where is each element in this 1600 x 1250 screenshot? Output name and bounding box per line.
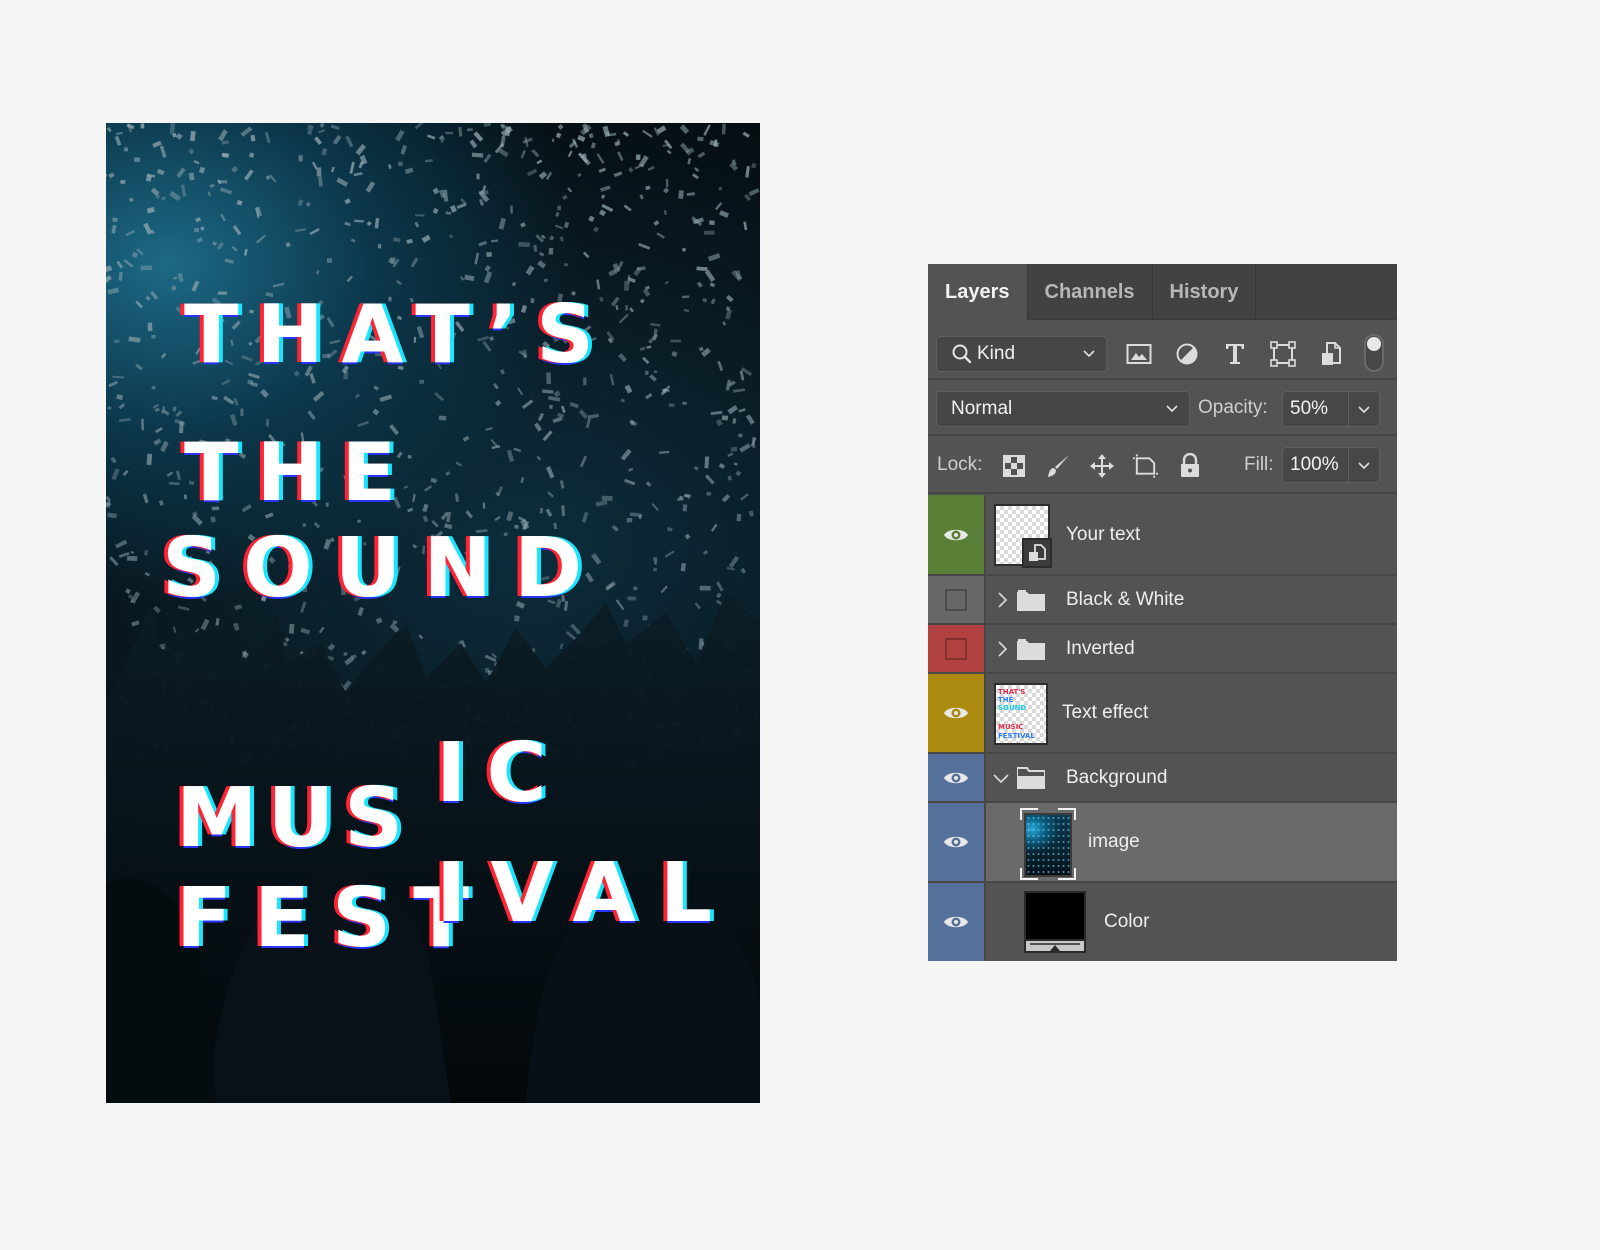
image-filter-icon[interactable]	[1126, 336, 1152, 372]
eye-icon	[944, 529, 968, 540]
folder-open-icon	[1017, 766, 1045, 789]
opacity-label: Opacity:	[1198, 397, 1268, 418]
visibility-toggle[interactable]	[928, 883, 986, 961]
layer-name: Your text	[1066, 523, 1141, 545]
chevron-down-icon[interactable]	[992, 769, 1010, 787]
svg-text:MUSIC: MUSIC	[998, 723, 1023, 731]
fill-layer-thumbnail	[1024, 891, 1086, 953]
tab-history[interactable]: History	[1153, 264, 1257, 320]
fill-slider-icon	[1026, 939, 1084, 951]
type-filter-icon[interactable]	[1222, 336, 1248, 372]
blend-mode-value: Normal	[951, 398, 1013, 419]
chevron-down-icon	[1166, 405, 1178, 413]
lock-label: Lock:	[937, 454, 983, 475]
layer-name: Color	[1104, 911, 1150, 932]
layer-list: Your text Black & White Inverted THAT'S …	[928, 495, 1397, 961]
layer-thumbnail: THAT'S THE SOUND MUSIC FESTIVAL	[994, 683, 1048, 745]
layer-background-group[interactable]: Background	[928, 754, 1397, 803]
layer-text-effect[interactable]: THAT'S THE SOUND MUSIC FESTIVAL Text eff…	[928, 674, 1397, 754]
visibility-toggle[interactable]	[928, 674, 986, 752]
svg-text:SOUND: SOUND	[998, 704, 1027, 712]
chevron-down-icon[interactable]	[1357, 458, 1371, 472]
lock-artboard-icon[interactable]	[1132, 452, 1159, 480]
smart-object-badge-icon	[1022, 538, 1052, 568]
lock-transparent-icon[interactable]	[1000, 452, 1027, 480]
lock-all-icon[interactable]	[1176, 452, 1203, 480]
headline-line-3: SOUND	[162, 521, 605, 616]
layer-name: Text effect	[1062, 702, 1149, 723]
hidden-box-icon	[945, 588, 967, 611]
adjustment-filter-icon[interactable]	[1174, 336, 1200, 372]
chevron-right-icon[interactable]	[996, 591, 1008, 609]
headline-line-1: THAT’S	[184, 288, 612, 381]
visibility-toggle[interactable]	[928, 754, 986, 801]
layer-your-text[interactable]: Your text	[928, 495, 1397, 576]
layer-name: Black & White	[1066, 588, 1185, 610]
fill-label: Fill:	[1244, 454, 1274, 475]
filter-icons	[1126, 336, 1344, 372]
svg-text:THE: THE	[998, 696, 1014, 704]
filter-toggle[interactable]	[1364, 334, 1384, 372]
opacity-field[interactable]: 50%	[1282, 391, 1380, 427]
layer-image[interactable]: image	[928, 803, 1397, 883]
headline-line-4a: MUS	[176, 771, 414, 866]
blend-row: Normal Opacity: 50%	[928, 382, 1397, 436]
lock-row: Lock: Fill: 100%	[928, 438, 1397, 494]
eye-icon	[944, 707, 968, 719]
shape-filter-icon[interactable]	[1270, 336, 1296, 372]
headline-line-2: THE	[184, 426, 415, 519]
layers-panel: Layers Channels History Kind Normal Opac…	[928, 264, 1397, 961]
poster-canvas: THAT’S THE SOUND MUS IC FEST IVAL	[106, 123, 760, 1103]
lock-pixels-icon[interactable]	[1044, 452, 1071, 480]
chevron-down-icon	[1083, 350, 1095, 358]
filter-kind-select[interactable]: Kind	[936, 336, 1107, 372]
layer-name: Inverted	[1066, 637, 1135, 659]
search-icon	[952, 344, 972, 364]
lock-icons	[1000, 452, 1203, 480]
smart-object-filter-icon[interactable]	[1318, 336, 1344, 372]
tab-channels[interactable]: Channels	[1028, 264, 1153, 320]
fill-value: 100%	[1290, 454, 1339, 475]
opacity-value: 50%	[1290, 398, 1329, 419]
visibility-toggle[interactable]	[928, 625, 986, 672]
folder-icon	[1017, 589, 1045, 611]
headline-line-5b: IVAL	[436, 846, 737, 941]
filter-kind-label: Kind	[977, 343, 1016, 364]
folder-icon	[1017, 638, 1045, 660]
layer-inverted[interactable]: Inverted	[928, 625, 1397, 674]
eye-icon	[944, 836, 968, 848]
blend-mode-select[interactable]: Normal	[936, 391, 1190, 427]
svg-text:FESTIVAL: FESTIVAL	[998, 732, 1035, 740]
poster-headline: THAT’S THE SOUND MUS IC FEST IVAL	[106, 123, 760, 1103]
layer-name: image	[1088, 831, 1140, 852]
lock-position-icon[interactable]	[1088, 452, 1115, 480]
fill-field[interactable]: 100%	[1282, 447, 1380, 483]
visibility-toggle[interactable]	[928, 576, 986, 623]
layer-color[interactable]: Color	[928, 883, 1397, 961]
layer-black-white[interactable]: Black & White	[928, 576, 1397, 625]
headline-line-4b: IC	[436, 726, 567, 821]
visibility-toggle[interactable]	[928, 803, 986, 881]
chevron-right-icon[interactable]	[996, 640, 1008, 658]
eye-icon	[944, 916, 968, 928]
chevron-down-icon[interactable]	[1357, 402, 1371, 416]
tab-layers[interactable]: Layers	[928, 264, 1028, 321]
panel-tabs: Layers Channels History	[928, 264, 1397, 321]
hidden-box-icon	[945, 637, 967, 660]
svg-text:THAT'S: THAT'S	[998, 688, 1025, 696]
text-effect-preview-icon: THAT'S THE SOUND MUSIC FESTIVAL	[998, 688, 1035, 740]
visibility-toggle[interactable]	[928, 495, 986, 574]
layer-thumbnail	[994, 504, 1052, 568]
filter-row: Kind	[928, 320, 1397, 380]
eye-icon	[944, 772, 968, 783]
layer-name: Background	[1066, 766, 1168, 788]
selection-corners-icon	[1020, 808, 1076, 880]
